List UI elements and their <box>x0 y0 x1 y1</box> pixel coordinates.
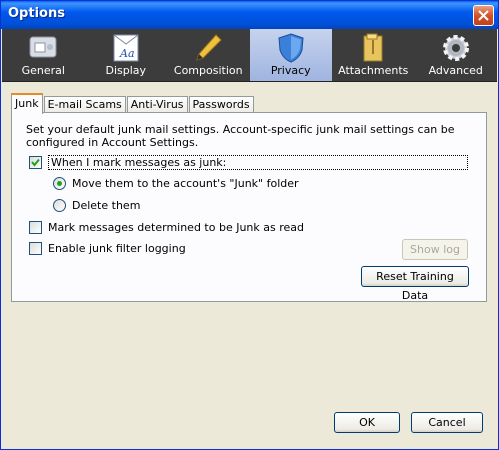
delete-them-radio[interactable] <box>53 199 66 212</box>
pane-toolbar: General Aa Display Composition Privacy A… <box>2 29 497 82</box>
pen-icon <box>196 34 222 61</box>
close-button[interactable] <box>473 5 494 26</box>
junk-panel: Set your default junk mail settings. Acc… <box>11 112 487 302</box>
pane-label: Attachments <box>338 64 409 77</box>
pane-label: Advanced <box>428 64 483 77</box>
svg-text:Aa: Aa <box>119 47 135 60</box>
display-icon: Aa <box>113 34 139 62</box>
pane-composition[interactable]: Composition <box>167 29 250 81</box>
close-icon <box>478 10 489 21</box>
tab-anti-virus[interactable]: Anti-Virus <box>126 96 188 113</box>
mark-as-junk-row[interactable]: When I mark messages as junk: <box>29 155 468 170</box>
tab-strip: Junk E-mail Scams Anti-Virus Passwords <box>11 93 255 114</box>
tab-junk[interactable]: Junk <box>11 93 43 114</box>
general-icon <box>29 36 57 58</box>
checkmark-icon <box>31 158 40 167</box>
shield-icon <box>278 33 304 63</box>
cancel-button[interactable]: Cancel <box>411 412 483 433</box>
reset-training-data-button[interactable]: Reset Training Data <box>361 266 469 302</box>
pane-attachments[interactable]: Attachments <box>332 29 415 81</box>
folder-icon <box>363 33 383 62</box>
pane-label: Composition <box>173 64 243 77</box>
mark-as-junk-label: When I mark messages as junk: <box>48 155 468 170</box>
tab-passwords[interactable]: Passwords <box>188 96 254 113</box>
title-bar[interactable]: Options <box>1 1 498 29</box>
logging-checkbox[interactable] <box>29 242 42 255</box>
mark-as-junk-checkbox[interactable] <box>29 156 42 169</box>
gear-icon <box>442 35 469 61</box>
move-to-junk-label: Move them to the account's "Junk" folder <box>72 177 299 190</box>
delete-them-row[interactable]: Delete them <box>53 199 140 212</box>
tab-email-scams[interactable]: E-mail Scams <box>43 96 126 113</box>
pane-label: Privacy <box>270 64 311 77</box>
show-log-button[interactable]: Show log <box>402 239 468 260</box>
mark-read-checkbox[interactable] <box>29 221 42 234</box>
ok-button[interactable]: OK <box>334 412 400 433</box>
move-to-junk-row[interactable]: Move them to the account's "Junk" folder <box>53 177 299 190</box>
mark-read-label: Mark messages determined to be Junk as r… <box>48 221 305 234</box>
pane-display[interactable]: Aa Display <box>85 29 168 81</box>
logging-row[interactable]: Enable junk filter logging <box>29 242 186 255</box>
move-to-junk-radio[interactable] <box>53 177 66 190</box>
pane-label: General <box>21 64 65 77</box>
window-title: Options <box>8 6 65 21</box>
logging-label: Enable junk filter logging <box>48 242 186 255</box>
delete-them-label: Delete them <box>72 199 141 212</box>
pane-advanced[interactable]: Advanced <box>415 29 498 81</box>
options-window: Options General Aa Display Composition P… <box>0 0 499 450</box>
pane-general[interactable]: General <box>2 29 85 81</box>
junk-description: Set your default junk mail settings. Acc… <box>26 123 455 149</box>
pane-privacy[interactable]: Privacy <box>249 29 332 81</box>
pane-label: Display <box>105 64 147 77</box>
mark-read-row[interactable]: Mark messages determined to be Junk as r… <box>29 221 304 234</box>
